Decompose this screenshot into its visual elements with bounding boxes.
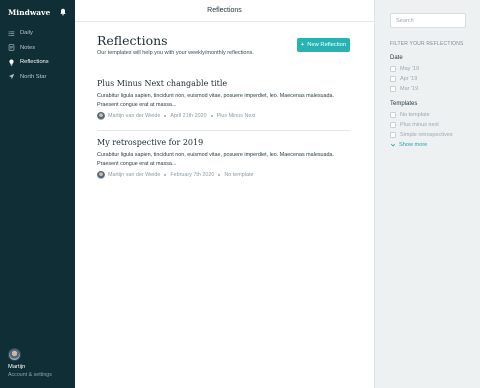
author-avatar — [97, 112, 105, 120]
new-reflection-label: New Reflection — [307, 42, 347, 48]
chevron-down-icon — [390, 143, 396, 147]
reflection-excerpt: Curabitur ligula sapien, tincidunt non, … — [97, 152, 335, 167]
app-logo[interactable]: Mindwave — [8, 8, 50, 17]
reflection-template: No template — [224, 172, 254, 178]
sidebar-item-north-star[interactable]: North Star — [0, 70, 75, 85]
sidebar-item-label: Daily — [20, 30, 33, 37]
reflection-date: April 21th 2020 — [170, 113, 207, 119]
filter-heading: FILTER YOUR REFLECTIONS — [390, 41, 464, 47]
checkbox[interactable] — [390, 112, 396, 118]
user-menu[interactable]: Martijn Account & settings — [8, 348, 52, 378]
user-name: Martijn — [8, 364, 26, 370]
date-option-label: May '19 — [400, 66, 420, 72]
sidebar-item-reflections[interactable]: Reflections — [0, 55, 75, 70]
filter-panel: Search FILTER YOUR REFLECTIONS Date May … — [374, 0, 480, 388]
templates-section-title: Templates — [390, 101, 418, 107]
sidebar-item-label: Reflections — [20, 59, 49, 66]
author-avatar — [97, 171, 105, 179]
reflection-date: February 7th 2020 — [170, 172, 215, 178]
plus-icon: + — [300, 42, 305, 48]
checkbox[interactable] — [390, 132, 396, 138]
date-option[interactable]: May '19 — [390, 66, 419, 72]
checkbox[interactable] — [390, 86, 396, 92]
sidebar-item-label: North Star — [20, 73, 47, 80]
sidebar-item-daily[interactable]: Daily — [0, 26, 75, 41]
checkbox[interactable] — [390, 66, 396, 72]
reflection-meta: Martijn van der Weide April 21th 2020 Pl… — [97, 112, 350, 120]
bell-icon[interactable] — [59, 8, 67, 16]
separator-dot — [210, 115, 213, 117]
template-option[interactable]: Simple retrospectives — [390, 132, 453, 138]
reflection-card[interactable]: Plus Minus Next changable title Curabitu… — [97, 79, 350, 120]
checkbox[interactable] — [390, 122, 396, 128]
sidebar-nav: Daily Notes Reflections North Star — [0, 26, 75, 84]
list-icon — [8, 31, 15, 36]
date-option-label: Mar '19 — [400, 86, 419, 92]
separator-dot — [218, 174, 221, 176]
new-reflection-button[interactable]: + New Reflection — [297, 38, 350, 52]
avatar[interactable] — [8, 348, 21, 361]
date-option-label: Apr '19 — [400, 76, 418, 82]
date-section-title: Date — [390, 55, 403, 61]
template-option-label: Simple retrospectives — [400, 132, 453, 138]
reflection-card[interactable]: My retrospective for 2019 Curabitur ligu… — [97, 138, 350, 179]
lightbulb-icon — [9, 59, 14, 66]
divider — [97, 130, 350, 131]
sidebar-item-notes[interactable]: Notes — [0, 41, 75, 56]
reflections-list: Reflections Our templates will help you … — [97, 33, 350, 179]
separator-dot — [164, 174, 167, 176]
reflection-excerpt: Curabitur ligula sapien, tincidunt non, … — [97, 93, 335, 108]
brand-bar: Mindwave — [0, 1, 75, 23]
checkbox[interactable] — [390, 76, 396, 82]
reflection-meta: Martijn van der Weide February 7th 2020 … — [97, 171, 350, 179]
account-settings-link[interactable]: Account & settings — [8, 372, 52, 378]
date-option[interactable]: Mar '19 — [390, 86, 418, 92]
show-more-button[interactable]: Show more — [390, 142, 427, 148]
sidebar-item-label: Notes — [20, 44, 36, 51]
navigation-icon — [8, 73, 15, 80]
reflection-author: Martijn van der Weide — [108, 113, 161, 119]
template-option[interactable]: Plus minus next — [390, 122, 439, 128]
date-option[interactable]: Apr '19 — [390, 76, 417, 82]
template-option[interactable]: No template — [390, 112, 430, 118]
sidebar: Mindwave Daily Notes Reflections North S… — [0, 0, 75, 388]
topbar: Reflections — [75, 0, 374, 22]
template-option-label: No template — [400, 112, 430, 118]
search-input[interactable]: Search — [390, 13, 466, 28]
reflection-author: Martijn van der Weide — [108, 172, 161, 178]
reflection-title[interactable]: My retrospective for 2019 — [97, 138, 350, 147]
reflection-template: Plus Minus Next — [216, 113, 256, 119]
reflection-title[interactable]: Plus Minus Next changable title — [97, 79, 350, 88]
topbar-title: Reflections — [207, 7, 242, 14]
notes-icon — [8, 44, 15, 51]
main-content: Reflections Reflections Our templates wi… — [75, 0, 374, 388]
show-more-label: Show more — [399, 142, 428, 148]
template-option-label: Plus minus next — [400, 122, 439, 128]
separator-dot — [164, 115, 167, 117]
